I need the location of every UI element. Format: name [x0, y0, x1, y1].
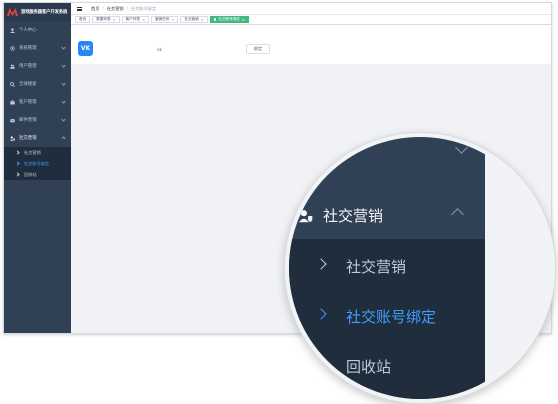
user-icon	[9, 27, 15, 33]
app-logo: 游戏服务器客户开发系统	[4, 3, 71, 21]
sidebar-item-label: 系统管理	[19, 46, 37, 51]
tag-label: 首页	[79, 17, 87, 21]
chevron-down-icon	[455, 141, 468, 154]
zoomed-submenu-label: 回收站	[346, 358, 392, 376]
zoomed-content-area	[485, 137, 551, 399]
close-icon[interactable]: ×	[242, 18, 245, 22]
account-binding-panel: VK vk 绑定	[71, 25, 551, 64]
zoomed-menu-item-social-marketing[interactable]: 社交营销	[289, 192, 485, 240]
magnifier-callout: 社交营销 社交营销 社交账号绑定 回收站	[285, 133, 555, 403]
sidebar-item-label: 客户管理	[19, 100, 37, 105]
zoomed-sidebar: 社交营销 社交营销 社交账号绑定 回收站	[289, 137, 485, 399]
sidebar-item-label: 邮件营销	[19, 118, 37, 123]
user-tag-icon	[9, 135, 15, 141]
gear-icon	[9, 45, 15, 51]
breadcrumb-separator: /	[126, 6, 128, 11]
chevron-down-icon	[61, 81, 66, 86]
tag-label: 数据列表	[96, 17, 111, 21]
breadcrumb-home[interactable]: 首页	[91, 6, 99, 12]
sidebar-item-label: 个人中心	[19, 28, 37, 33]
chevron-up-icon	[451, 208, 464, 221]
sidebar: 游戏服务器客户开发系统 个人中心 系统管理 用户管理 全球搜索 客户管理 邮件营…	[4, 3, 71, 333]
zoomed-submenu-item-account-binding[interactable]: 社交账号绑定	[289, 291, 485, 341]
chevron-right-icon	[15, 161, 20, 166]
zoomed-submenu-item-social-marketing[interactable]: 社交营销	[289, 241, 485, 291]
tag-social-marketing[interactable]: 社交营销 ×	[180, 16, 208, 23]
sidebar-item-label: 全球搜索	[19, 82, 37, 87]
users-icon	[9, 63, 15, 69]
breadcrumb-current: 社交账号绑定	[131, 5, 157, 11]
submenu-item-label: 回收站	[24, 171, 37, 177]
zoomed-submenu-label: 社交账号绑定	[346, 308, 437, 326]
tag-home[interactable]: 首页	[75, 16, 91, 23]
submenu-item-label: 社交营销	[24, 149, 41, 155]
sidebar-item-label: 用户管理	[19, 64, 37, 69]
submenu-item-account-binding[interactable]: 社交账号绑定	[4, 158, 71, 169]
vk-logo-icon: VK	[78, 41, 93, 56]
close-icon[interactable]: ×	[142, 18, 145, 22]
close-icon[interactable]: ×	[201, 18, 204, 22]
chevron-right-icon	[15, 172, 20, 177]
chevron-down-icon	[61, 117, 66, 122]
submenu-item-recycle-bin[interactable]: 回收站	[4, 169, 71, 180]
zoomed-submenu-label: 社交营销	[346, 258, 407, 276]
vk-logo-text: VK	[80, 45, 91, 52]
submenu-item-social-marketing[interactable]: 社交营销	[4, 147, 71, 158]
sidebar-item-users[interactable]: 用户管理	[4, 57, 71, 75]
tag-marketing-task[interactable]: 营销任务 ×	[150, 16, 179, 23]
zoomed-menu-item-email-marketing[interactable]	[289, 137, 485, 169]
hamburger-icon[interactable]	[77, 6, 82, 11]
app-title: 游戏服务器客户开发系统	[21, 10, 68, 15]
sidebar-item-social-marketing[interactable]: 社交营销	[4, 129, 71, 147]
social-submenu: 社交营销 社交账号绑定 回收站	[4, 147, 71, 180]
search-icon	[9, 81, 15, 87]
zoomed-menu-label: 社交营销	[323, 207, 384, 225]
sidebar-item-label: 社交营销	[19, 136, 37, 141]
user-tag-icon	[299, 208, 313, 223]
chevron-right-icon	[15, 150, 20, 155]
sidebar-item-customers[interactable]: 客户管理	[4, 93, 71, 111]
chevron-right-icon	[315, 308, 327, 320]
zoomed-submenu: 社交营销 社交账号绑定 回收站	[289, 239, 485, 399]
tag-data-list[interactable]: 数据列表 ×	[92, 16, 120, 23]
sidebar-item-global-search[interactable]: 全球搜索	[4, 75, 71, 93]
chevron-down-icon	[61, 45, 66, 50]
screenshot-stage: 游戏服务器客户开发系统 个人中心 系统管理 用户管理 全球搜索 客户管理 邮件营…	[0, 0, 558, 404]
sidebar-item-system[interactable]: 系统管理	[4, 39, 71, 57]
chevron-up-icon	[61, 136, 66, 141]
briefcase-icon	[9, 99, 15, 105]
navbar: 首页 / 社交营销 / 社交账号绑定	[71, 3, 551, 15]
tag-account-binding[interactable]: 社交账号绑定 ×	[209, 16, 249, 23]
tag-label: 社交账号绑定	[218, 17, 240, 21]
chevron-down-icon	[61, 63, 66, 68]
chevron-down-icon	[61, 99, 66, 104]
close-icon[interactable]: ×	[113, 18, 116, 22]
magnifier-content: 社交营销 社交营销 社交账号绑定 回收站	[289, 137, 551, 399]
sidebar-item-email-marketing[interactable]: 邮件营销	[4, 111, 71, 129]
account-platform-name: vk	[157, 47, 162, 52]
logo-icon	[7, 8, 18, 16]
breadcrumb-separator: /	[102, 6, 104, 11]
tag-label: 社交营销	[184, 17, 199, 21]
tag-label: 营销任务	[154, 17, 170, 21]
mail-icon	[9, 117, 15, 123]
chevron-right-icon	[315, 258, 327, 270]
tags-view: 首页 数据列表 × 客户列表 × 营销任务 × 社交营销 × 社交账号绑定 ×	[71, 15, 551, 25]
close-icon[interactable]: ×	[171, 18, 174, 22]
sidebar-item-profile[interactable]: 个人中心	[4, 21, 71, 39]
tag-label: 客户列表	[125, 17, 140, 21]
submenu-item-label: 社交账号绑定	[24, 160, 50, 166]
zoomed-submenu-item-recycle-bin[interactable]: 回收站	[289, 341, 485, 391]
tag-customer-list[interactable]: 客户列表 ×	[121, 16, 149, 23]
bind-button[interactable]: 绑定	[246, 44, 270, 54]
breadcrumb-social[interactable]: 社交营销	[107, 6, 124, 12]
